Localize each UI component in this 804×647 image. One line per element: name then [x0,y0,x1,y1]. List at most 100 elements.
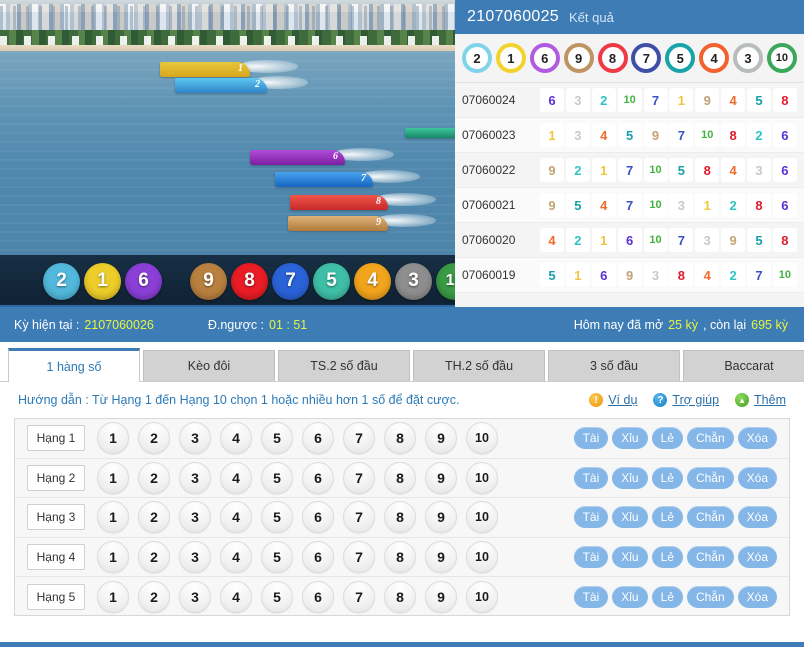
bet-number-10[interactable]: 10 [466,541,498,573]
bet-number-1[interactable]: 1 [97,581,129,613]
bet-number-8[interactable]: 8 [384,422,416,454]
bet-number-3[interactable]: 3 [179,581,211,613]
link-label: Thêm [754,393,786,407]
bet-number-1[interactable]: 1 [97,501,129,533]
bet-number-9[interactable]: 9 [425,541,457,573]
action-button-0[interactable]: Tài [574,586,609,608]
link-thêm[interactable]: ▲Thêm [735,393,786,407]
bet-number-5[interactable]: 5 [261,462,293,494]
action-button-1[interactable]: Xỉu [612,467,647,489]
bet-number-2[interactable]: 2 [138,541,170,573]
bet-number-8[interactable]: 8 [384,541,416,573]
result-cell: 3 [566,123,590,147]
result-cell: 9 [695,88,719,112]
help-links[interactable]: !Ví dụ ?Trợ giúp ▲Thêm [589,393,786,407]
action-button-2[interactable]: Lẻ [652,467,683,489]
tab-2[interactable]: Kèo đôi [143,350,275,381]
bet-number-6[interactable]: 6 [302,541,334,573]
action-button-1[interactable]: Xỉu [612,546,647,568]
bet-number-6[interactable]: 6 [302,501,334,533]
action-button-2[interactable]: Lẻ [652,427,683,449]
bet-number-5[interactable]: 5 [261,541,293,573]
footer-bar [0,642,804,647]
action-button-3[interactable]: Chẵn [687,506,734,528]
bet-number-8[interactable]: 8 [384,501,416,533]
bet-number-5[interactable]: 5 [261,422,293,454]
tab-4[interactable]: TH.2 số đầu [413,350,545,381]
bet-number-9[interactable]: 9 [425,501,457,533]
current-issue-group: Kỳ hiện tại : 2107060026 [14,318,156,332]
action-button-4[interactable]: Xóa [738,546,777,568]
bet-number-2[interactable]: 2 [138,462,170,494]
result-cell: 7 [618,158,642,182]
live-race-video[interactable]: 1 2 6 7 8 9 21698754310 [0,0,455,307]
bet-number-9[interactable]: 9 [425,462,457,494]
action-button-3[interactable]: Chẵn [687,546,734,568]
bet-number-4[interactable]: 4 [220,462,252,494]
race-boat-7: 7 [275,172,373,187]
action-button-4[interactable]: Xóa [738,467,777,489]
action-button-4[interactable]: Xóa [738,427,777,449]
action-button-0[interactable]: Tài [574,427,609,449]
top-section: 1 2 6 7 8 9 21698754310 2107060025 Kết q… [0,0,804,307]
action-button-4[interactable]: Xóa [738,586,777,608]
bet-number-3[interactable]: 3 [179,422,211,454]
bet-number-8[interactable]: 8 [384,581,416,613]
bet-number-10[interactable]: 10 [466,581,498,613]
bet-number-7[interactable]: 7 [343,541,375,573]
bet-number-7[interactable]: 7 [343,501,375,533]
bet-type-tabs[interactable]: 1 hàng sốKèo đôiTS.2 số đầuTH.2 số đầu3 … [0,342,804,382]
bet-number-4[interactable]: 4 [220,541,252,573]
bet-number-3[interactable]: 3 [179,501,211,533]
action-button-1[interactable]: Xỉu [612,427,647,449]
video-result-balls: 21698754310 [0,255,455,307]
action-button-0[interactable]: Tài [574,467,609,489]
link-ví-dụ[interactable]: !Ví dụ [589,393,637,407]
tab-1[interactable]: 1 hàng số [8,348,140,382]
tab-3[interactable]: TS.2 số đầu [278,350,410,381]
action-button-2[interactable]: Lẻ [652,546,683,568]
bet-number-4[interactable]: 4 [220,422,252,454]
bet-number-3[interactable]: 3 [179,541,211,573]
bet-number-8[interactable]: 8 [384,462,416,494]
bet-number-10[interactable]: 10 [466,462,498,494]
bet-number-6[interactable]: 6 [302,422,334,454]
bet-number-6[interactable]: 6 [302,462,334,494]
bet-number-9[interactable]: 9 [425,581,457,613]
action-button-1[interactable]: Xỉu [612,586,647,608]
action-button-3[interactable]: Chẵn [687,586,734,608]
bet-number-7[interactable]: 7 [343,581,375,613]
tab-6[interactable]: Baccarat [683,350,804,381]
bet-number-2[interactable]: 2 [138,501,170,533]
bet-number-7[interactable]: 7 [343,422,375,454]
action-button-0[interactable]: Tài [574,506,609,528]
bet-number-1[interactable]: 1 [97,541,129,573]
bet-number-3[interactable]: 3 [179,462,211,494]
action-button-2[interactable]: Lẻ [652,586,683,608]
bet-number-7[interactable]: 7 [343,462,375,494]
result-cell: 7 [669,123,693,147]
action-button-4[interactable]: Xóa [738,506,777,528]
tab-5[interactable]: 3 số đầu [548,350,680,381]
bet-number-10[interactable]: 10 [466,501,498,533]
link-trợ-giúp[interactable]: ?Trợ giúp [653,393,719,407]
bet-number-4[interactable]: 4 [220,501,252,533]
bet-selection-panel[interactable]: Hạng 112345678910TàiXỉuLẻChẵnXóaHạng 212… [14,418,790,616]
action-button-0[interactable]: Tài [574,546,609,568]
action-button-1[interactable]: Xỉu [612,506,647,528]
bet-number-5[interactable]: 5 [261,501,293,533]
bet-number-1[interactable]: 1 [97,422,129,454]
bet-number-10[interactable]: 10 [466,422,498,454]
bet-number-2[interactable]: 2 [138,581,170,613]
action-button-3[interactable]: Chẵn [687,467,734,489]
bet-number-9[interactable]: 9 [425,422,457,454]
result-cell: 9 [540,193,564,217]
bet-number-1[interactable]: 1 [97,462,129,494]
bet-number-5[interactable]: 5 [261,581,293,613]
action-button-2[interactable]: Lẻ [652,506,683,528]
bet-number-4[interactable]: 4 [220,581,252,613]
action-button-3[interactable]: Chẵn [687,427,734,449]
bet-number-2[interactable]: 2 [138,422,170,454]
link-label: Trợ giúp [672,393,719,407]
bet-number-6[interactable]: 6 [302,581,334,613]
